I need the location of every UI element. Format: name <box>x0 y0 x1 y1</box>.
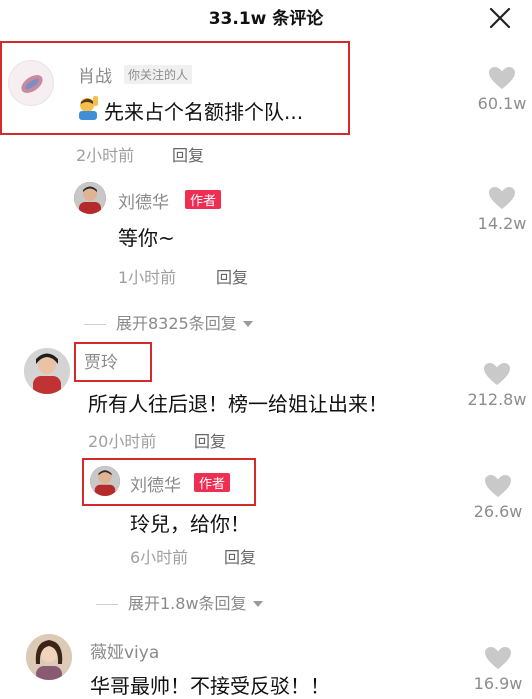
like-count: 212.8w <box>467 390 527 409</box>
comments-count-title: 33.1w 条评论 <box>208 9 324 29</box>
like-button[interactable]: 60.1w <box>474 66 530 113</box>
like-button[interactable]: 212.8w <box>464 362 530 409</box>
avatar-photo-icon <box>74 182 106 214</box>
caret-down-icon <box>252 601 263 607</box>
caret-down-icon <box>242 321 253 327</box>
following-badge: 你关注的人 <box>124 65 193 84</box>
avatar[interactable] <box>24 348 70 394</box>
comment-username[interactable]: 薇娅viya <box>90 638 159 663</box>
avatar-photo-icon <box>90 466 120 496</box>
comment-username[interactable]: 贾玲 <box>84 348 118 373</box>
avatar[interactable] <box>8 60 54 106</box>
expand-replies-button[interactable]: 展开1.8w条回复 <box>96 590 265 614</box>
heart-icon <box>489 67 515 89</box>
reply-button[interactable]: 回复 <box>216 264 248 288</box>
reply-time: 1小时前 <box>118 268 177 287</box>
reply-username[interactable]: 刘德华 <box>118 188 169 213</box>
avatar-photo-icon <box>26 634 72 680</box>
heart-icon <box>484 363 510 385</box>
reply-time: 6小时前 <box>130 548 189 567</box>
like-count: 60.1w <box>477 94 527 113</box>
heart-icon <box>489 187 515 209</box>
reply-button[interactable]: 回复 <box>224 544 256 568</box>
expand-replies-label: 展开1.8w条回复 <box>128 594 247 613</box>
comment-text: 所有人往后退！榜一给姐让出来！ <box>88 392 388 416</box>
avatar[interactable] <box>26 634 72 680</box>
reply-text: 玲兒，给你！ <box>130 512 250 536</box>
close-icon <box>489 7 511 29</box>
reply-button[interactable]: 回复 <box>194 428 226 452</box>
reply-username[interactable]: 刘德华 <box>130 471 181 496</box>
reply-text: 等你~ <box>118 226 175 250</box>
expand-replies-label: 展开8325条回复 <box>116 314 237 333</box>
comment-text: 华哥最帅！不接受反驳！！ <box>90 674 330 698</box>
comment-username[interactable]: 肖战 <box>78 62 112 87</box>
author-badge: 作者 <box>194 473 231 492</box>
heart-icon <box>485 475 511 497</box>
reply-button[interactable]: 回复 <box>172 142 204 166</box>
avatar-logo-icon <box>21 75 43 93</box>
comment-time: 20小时前 <box>88 432 157 451</box>
like-button[interactable]: 26.6w <box>470 474 526 521</box>
like-button[interactable]: 14.2w <box>474 186 530 233</box>
person-raising-hand-emoji <box>78 96 100 120</box>
comment-time: 2小时前 <box>76 146 135 165</box>
close-button[interactable] <box>486 4 514 32</box>
heart-icon <box>485 647 511 669</box>
like-button[interactable]: 16.9w <box>470 646 526 693</box>
avatar-photo-icon <box>24 348 70 394</box>
like-count: 16.9w <box>473 674 523 693</box>
divider-line <box>84 324 106 325</box>
expand-replies-button[interactable]: 展开8325条回复 <box>84 310 255 334</box>
avatar[interactable] <box>74 182 106 214</box>
avatar[interactable] <box>90 466 120 496</box>
comment-text: 先来占个名额排个队... <box>104 100 304 124</box>
author-badge: 作者 <box>185 190 222 209</box>
like-count: 26.6w <box>473 502 523 521</box>
divider-line <box>96 604 118 605</box>
like-count: 14.2w <box>477 214 527 233</box>
